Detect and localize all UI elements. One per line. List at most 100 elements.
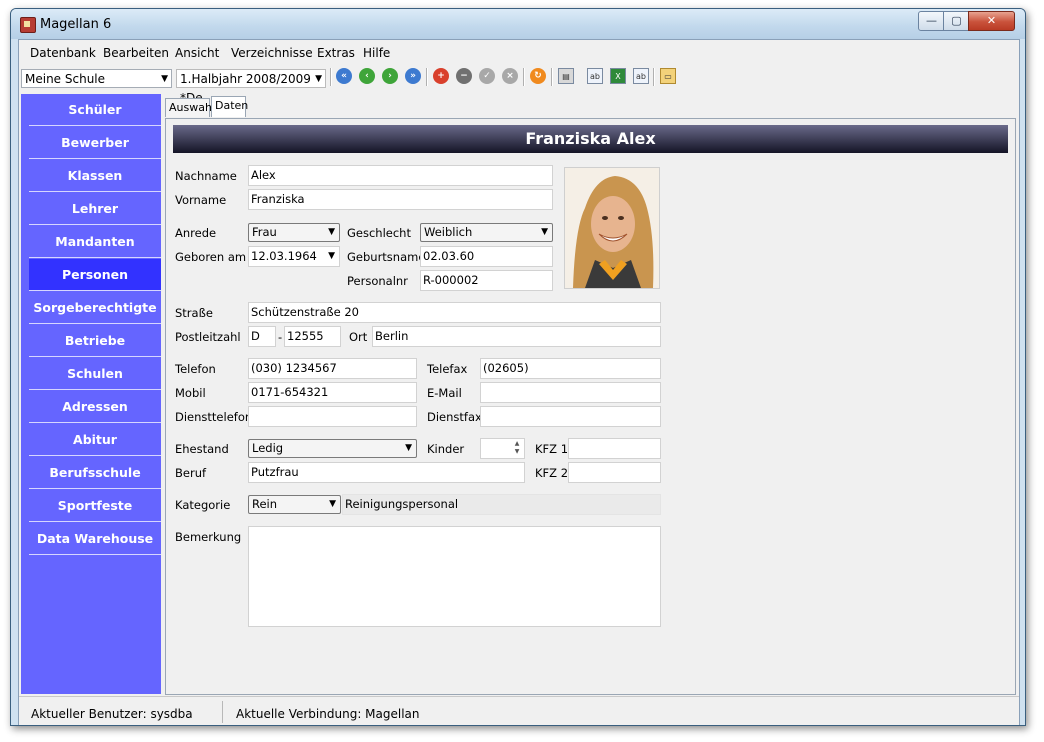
maximize-button[interactable]: ▢ — [943, 11, 970, 31]
tab-daten[interactable]: Daten — [211, 96, 248, 117]
kfz1-field[interactable] — [568, 438, 661, 459]
first-record-icon[interactable]: « — [336, 68, 352, 84]
menu-ansicht[interactable]: Ansicht — [175, 46, 219, 60]
label-diensttelefon: Diensttelefon — [175, 410, 253, 424]
kinder-stepper[interactable]: ▲ ▼ — [480, 438, 525, 459]
nachname-field[interactable]: Alex — [248, 165, 553, 186]
title-bar: Magellan 6 — ▢ ✕ — [11, 9, 1025, 39]
anrede-select[interactable]: Frau ▼ — [248, 223, 340, 242]
sidebar-item-data-warehouse[interactable]: Data Warehouse — [29, 523, 161, 555]
toolbar-separator — [653, 68, 655, 86]
label-telefax: Telefax — [427, 362, 468, 376]
label-kategorie: Kategorie — [175, 498, 231, 512]
ehestand-select[interactable]: Ledig ▼ — [248, 439, 417, 458]
last-record-icon[interactable]: » — [405, 68, 421, 84]
bemerkung-textarea[interactable] — [248, 526, 661, 627]
status-user: Aktueller Benutzer: sysdba — [31, 707, 193, 721]
sidebar-item-adressen[interactable]: Adressen — [29, 391, 161, 423]
print-icon[interactable]: ▤ — [558, 68, 574, 84]
ort-field[interactable]: Berlin — [372, 326, 661, 347]
menu-bearbeiten[interactable]: Bearbeiten — [103, 46, 169, 60]
toolbar-separator — [523, 68, 525, 86]
delete-record-icon[interactable]: − — [456, 68, 472, 84]
school-select[interactable]: Meine Schule ▼ — [21, 69, 172, 88]
sidebar-item-betriebe[interactable]: Betriebe — [29, 325, 161, 357]
menu-hilfe[interactable]: Hilfe — [363, 46, 390, 60]
cancel-record-icon[interactable]: × — [502, 68, 518, 84]
sidebar-item-abitur[interactable]: Abitur — [29, 424, 161, 456]
chevron-down-icon: ▼ — [315, 74, 322, 84]
school-select-value: Meine Schule — [25, 72, 106, 86]
sidebar-item-sorgeberechtigte[interactable]: Sorgeberechtigte — [29, 292, 161, 324]
sidebar-item-bewerber[interactable]: Bewerber — [29, 127, 161, 159]
chevron-down-icon: ▼ — [329, 499, 336, 509]
sidebar-item-sportfeste[interactable]: Sportfeste — [29, 490, 161, 522]
menu-extras[interactable]: Extras — [317, 46, 355, 60]
folder-icon[interactable]: ▭ — [660, 68, 676, 84]
sidebar-item-personen[interactable]: Personen — [29, 259, 161, 291]
add-record-icon[interactable]: + — [433, 68, 449, 84]
prev-record-icon[interactable]: ‹ — [359, 68, 375, 84]
sidebar-item-mandanten[interactable]: Mandanten — [29, 226, 161, 258]
plz-separator: - — [278, 330, 283, 344]
label-ort: Ort — [349, 330, 368, 344]
label-ehestand: Ehestand — [175, 442, 229, 456]
portrait-image — [565, 168, 659, 288]
menu-datenbank[interactable]: Datenbank — [30, 46, 96, 60]
sidebar-item-berufsschule[interactable]: Berufsschule — [29, 457, 161, 489]
excel-icon[interactable]: X — [610, 68, 626, 84]
export-icon[interactable]: ab — [633, 68, 649, 84]
plz-field[interactable]: 12555 — [284, 326, 341, 347]
label-anrede: Anrede — [175, 226, 217, 240]
label-vorname: Vorname — [175, 193, 227, 207]
app-icon — [20, 17, 36, 33]
toolbar-separator — [551, 68, 553, 86]
diensttelefon-field[interactable] — [248, 406, 417, 427]
status-bar: Aktueller Benutzer: sysdba Aktuelle Verb… — [19, 696, 1019, 725]
minimize-button[interactable]: — — [918, 11, 945, 31]
period-select[interactable]: 1.Halbjahr 2008/2009 *De ▼ — [176, 69, 326, 105]
chevron-down-icon: ▼ — [541, 227, 548, 237]
status-connection: Aktuelle Verbindung: Magellan — [236, 707, 420, 721]
kategorie-select[interactable]: Rein ▼ — [248, 495, 341, 514]
geschlecht-select[interactable]: Weiblich ▼ — [420, 223, 553, 242]
dienstfax-field[interactable] — [480, 406, 661, 427]
next-record-icon[interactable]: › — [382, 68, 398, 84]
chevron-down-icon: ▼ — [328, 227, 335, 237]
kfz2-field[interactable] — [568, 462, 661, 483]
person-photo — [564, 167, 660, 289]
spinner-arrows-icon[interactable]: ▲ ▼ — [511, 440, 523, 457]
kategorie-description: Reinigungspersonal — [342, 494, 661, 515]
vorname-field[interactable]: Franziska — [248, 189, 553, 210]
beruf-field[interactable]: Putzfrau — [248, 462, 525, 483]
report-icon[interactable]: ab — [587, 68, 603, 84]
telefax-field[interactable]: (02605) — [480, 358, 661, 379]
strasse-field[interactable]: Schützenstraße 20 — [248, 302, 661, 323]
sidebar-item-klassen[interactable]: Klassen — [29, 160, 161, 192]
email-field[interactable] — [480, 382, 661, 403]
label-bemerkung: Bemerkung — [175, 530, 242, 544]
label-kinder: Kinder — [427, 442, 465, 456]
label-dienstfax: Dienstfax — [427, 410, 482, 424]
menu-verzeichnisse[interactable]: Verzeichnisse — [231, 46, 313, 60]
sidebar-item-lehrer[interactable]: Lehrer — [29, 193, 161, 225]
sidebar-item-schulen[interactable]: Schulen — [29, 358, 161, 390]
close-button[interactable]: ✕ — [968, 11, 1015, 31]
sidebar-item-schueler[interactable]: Schüler — [29, 94, 161, 126]
personalnr-field[interactable]: R-000002 — [420, 270, 553, 291]
chevron-down-icon: ▼ — [328, 251, 335, 261]
label-geburtsname: Geburtsname — [347, 250, 426, 264]
label-nachname: Nachname — [175, 169, 237, 183]
ehestand-value: Ledig — [252, 441, 284, 455]
save-record-icon[interactable]: ✓ — [479, 68, 495, 84]
land-field[interactable]: D — [248, 326, 276, 347]
tab-auswahl[interactable]: Auswahl — [165, 98, 215, 117]
mobil-field[interactable]: 0171-654321 — [248, 382, 417, 403]
geburtsname-field[interactable]: 02.03.60 — [420, 246, 553, 267]
label-email: E-Mail — [427, 386, 462, 400]
refresh-icon[interactable]: ↻ — [530, 68, 546, 84]
client-area: Datenbank Bearbeiten Ansicht Verzeichnis… — [18, 39, 1020, 725]
telefon-field[interactable]: (030) 1234567 — [248, 358, 417, 379]
label-plz: Postleitzahl — [175, 330, 241, 344]
geboren-date-picker[interactable]: 12.03.1964 ▼ — [248, 246, 340, 267]
